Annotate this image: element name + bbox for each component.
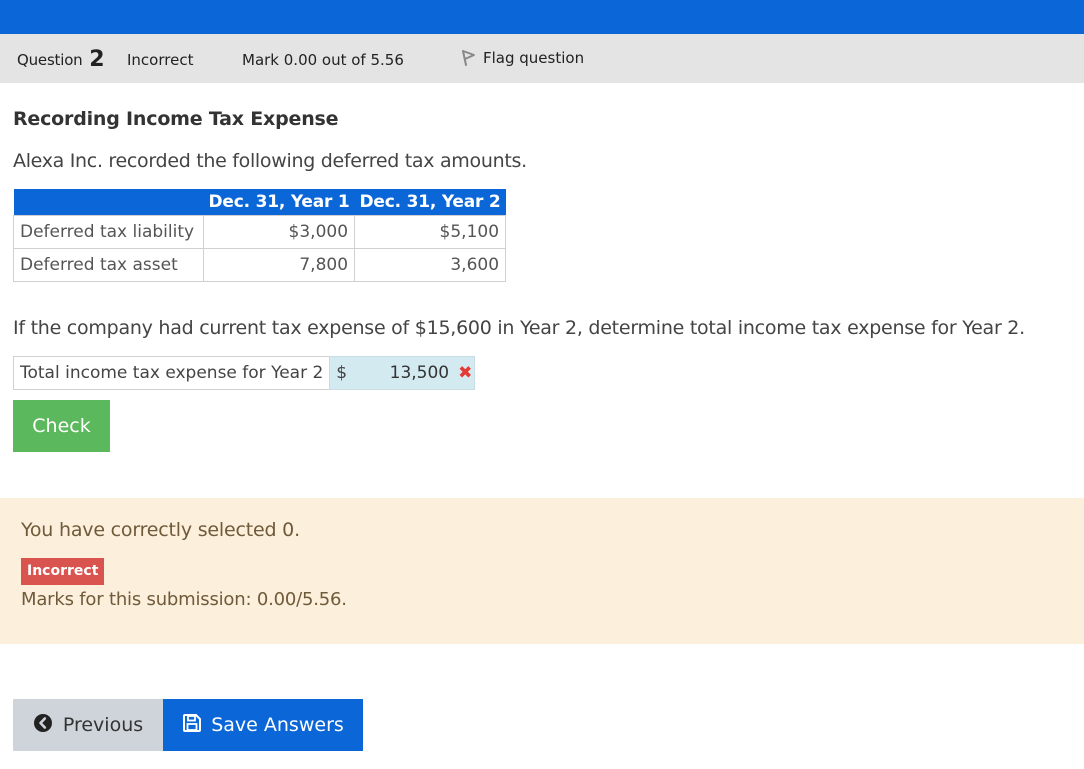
top-navbar: [0, 0, 1084, 34]
table-row: Deferred tax liability $3,000 $5,100: [13, 214, 507, 249]
currency-symbol: $: [336, 363, 348, 383]
incorrect-badge: Incorrect: [21, 558, 105, 585]
row-year2-value: $5,100: [354, 214, 507, 249]
row-year1-value: $3,000: [202, 214, 356, 249]
feedback-selected-text: You have correctly selected 0.: [21, 519, 300, 541]
check-button[interactable]: Check: [13, 400, 110, 452]
row-year1-value: 7,800: [202, 247, 356, 282]
previous-label: Previous: [62, 714, 144, 736]
table-row: Deferred tax asset 7,800 3,600: [13, 247, 507, 282]
question-label: Question: [17, 51, 83, 69]
chevron-left-circle-icon: [33, 713, 53, 738]
flag-question-link[interactable]: Flag question: [459, 49, 584, 67]
answer-label: Total income tax expense for Year 2: [13, 356, 330, 390]
feedback-marks-text: Marks for this submission: 0.00/5.56.: [21, 589, 347, 610]
table-header-blank: [13, 189, 204, 215]
flag-icon: [459, 49, 477, 67]
question-state: Incorrect: [127, 51, 194, 69]
row-label: Deferred tax liability: [13, 214, 204, 249]
question-title: Recording Income Tax Expense: [13, 108, 339, 130]
question-info-bar: Question 2 Incorrect Mark 0.00 out of 5.…: [0, 34, 1084, 83]
row-label: Deferred tax asset: [13, 247, 204, 282]
floppy-disk-icon: [182, 713, 202, 738]
table-header-year2: Dec. 31, Year 2: [354, 189, 506, 215]
flag-question-label: Flag question: [483, 49, 585, 67]
question-grade: Mark 0.00 out of 5.56: [242, 51, 404, 69]
question-prompt: If the company had current tax expense o…: [13, 317, 1025, 339]
answer-row: Total income tax expense for Year 2 $ ✖: [13, 356, 476, 390]
question-number-value: 2: [89, 47, 105, 72]
answer-field-container: $ ✖: [329, 356, 476, 390]
question-number: Question 2: [17, 46, 105, 72]
feedback-panel: You have correctly selected 0. Incorrect…: [0, 498, 1084, 644]
previous-button[interactable]: Previous: [13, 699, 163, 751]
row-year2-value: 3,600: [354, 247, 507, 282]
save-answers-label: Save Answers: [211, 714, 344, 736]
save-answers-button[interactable]: Save Answers: [163, 699, 363, 751]
deferred-tax-table: Dec. 31, Year 1 Dec. 31, Year 2 Deferred…: [13, 189, 507, 282]
table-header-year1: Dec. 31, Year 1: [203, 189, 355, 215]
total-income-tax-expense-input[interactable]: [353, 363, 450, 383]
table-header-row: Dec. 31, Year 1 Dec. 31, Year 2: [13, 189, 506, 215]
question-intro: Alexa Inc. recorded the following deferr…: [13, 150, 527, 172]
incorrect-x-icon: ✖: [458, 363, 473, 383]
